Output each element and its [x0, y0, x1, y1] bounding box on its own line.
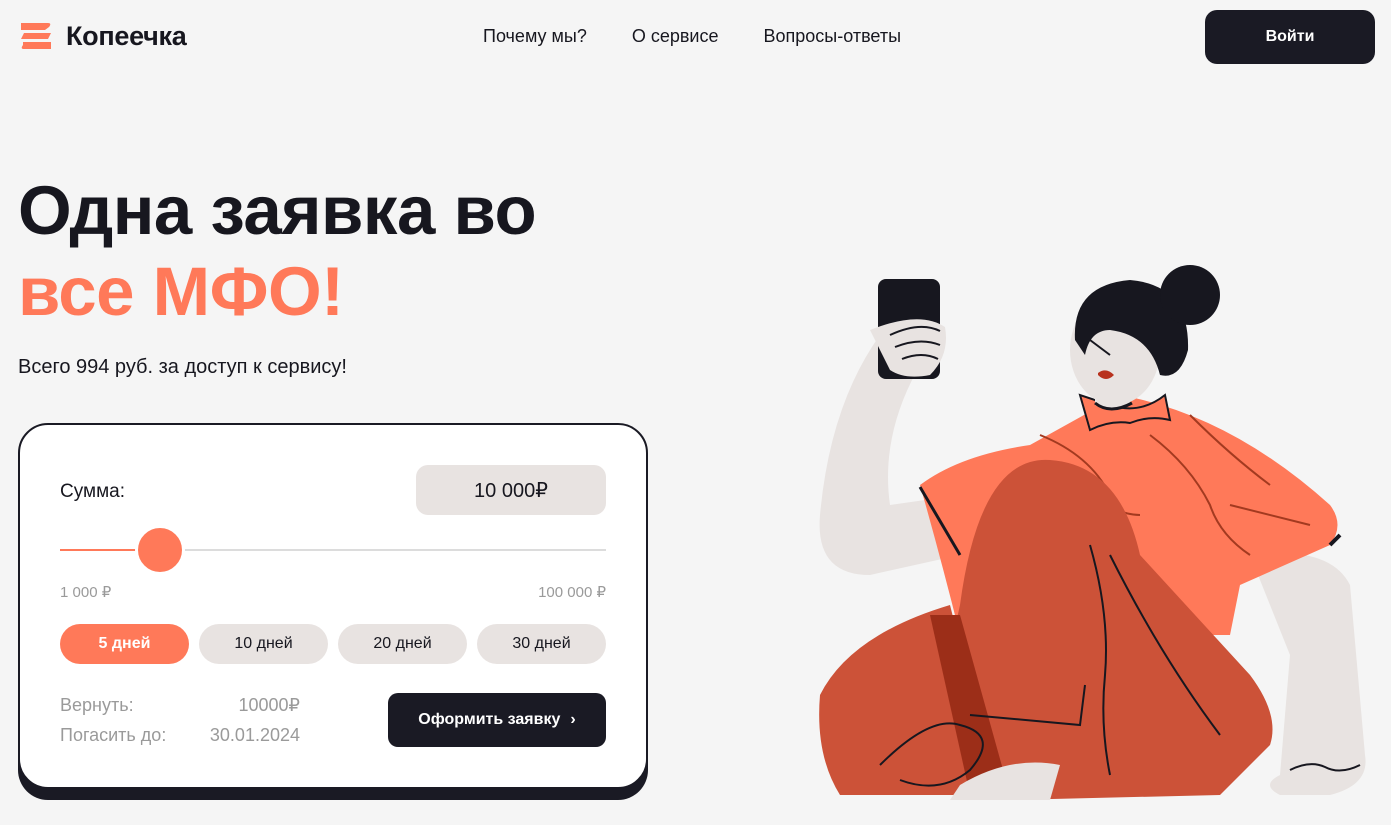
- nav-link-faq[interactable]: Вопросы-ответы: [764, 26, 902, 47]
- login-button[interactable]: Войти: [1205, 10, 1375, 64]
- due-row: Погасить до: 30.01.2024: [60, 725, 300, 755]
- sum-label: Сумма:: [60, 481, 125, 502]
- hero-title-line2: все МФО!: [18, 253, 344, 330]
- term-option-button[interactable]: 5 дней: [60, 624, 189, 664]
- nav-link-about[interactable]: О сервисе: [632, 26, 719, 47]
- due-value: 30.01.2024: [209, 725, 300, 745]
- return-label: Вернуть:: [60, 695, 134, 715]
- amount-slider[interactable]: [60, 525, 606, 575]
- logo-icon: [21, 23, 51, 49]
- woman-with-phone-illustration: [819, 265, 1366, 800]
- due-label: Погасить до:: [60, 725, 167, 745]
- range-max-label: 100 000 ₽: [538, 584, 606, 601]
- logo[interactable]: Копеечка: [18, 18, 187, 54]
- range-min-label: 1 000 ₽: [60, 584, 112, 601]
- slider-thumb[interactable]: [136, 526, 185, 574]
- hero-title: Одна заявка во все МФО!: [18, 170, 537, 332]
- apply-button[interactable]: Оформить заявку ›: [388, 693, 606, 747]
- return-row: Вернуть: 10000₽: [60, 695, 300, 725]
- main-nav: Почему мы? О сервисе Вопросы-ответы: [483, 26, 946, 47]
- return-value: 10000₽: [238, 695, 300, 715]
- term-options: 5 дней 10 дней 20 дней 30 дней: [60, 624, 606, 664]
- hero-title-line1: Одна заявка во: [18, 172, 537, 249]
- loan-summary: Вернуть: 10000₽ Погасить до: 30.01.2024: [60, 695, 300, 755]
- hero-subtitle: Всего 994 руб. за доступ к сервису!: [18, 356, 347, 378]
- term-option-button[interactable]: 20 дней: [338, 624, 467, 664]
- term-option-button[interactable]: 10 дней: [199, 624, 328, 664]
- chevron-right-icon: ›: [570, 711, 576, 728]
- nav-link-why-us[interactable]: Почему мы?: [483, 26, 587, 47]
- sum-value-field[interactable]: 10 000₽: [416, 465, 606, 515]
- calculator-card: Сумма: 10 000₽ 1 000 ₽ 100 000 ₽ 5 дней 1…: [18, 423, 648, 789]
- apply-button-label: Оформить заявку: [418, 711, 561, 728]
- logo-text: Копеечка: [66, 20, 187, 51]
- term-option-button[interactable]: 30 дней: [477, 624, 606, 664]
